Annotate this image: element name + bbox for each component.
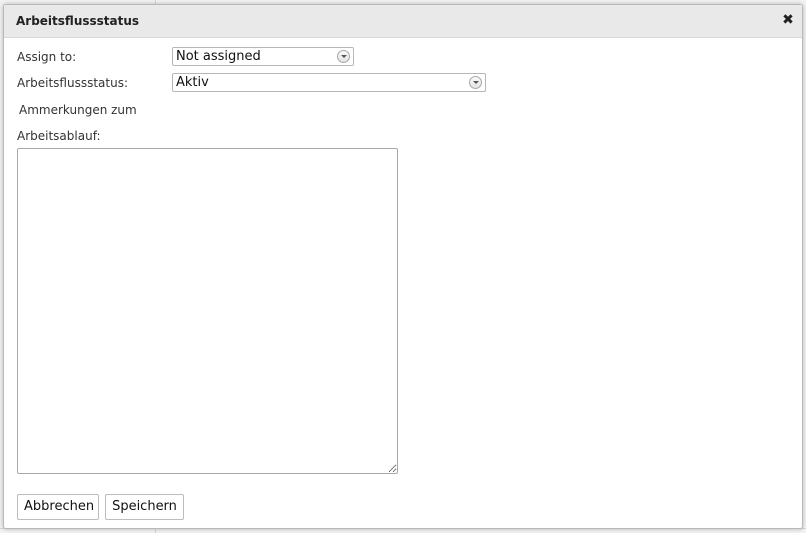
- workflow-status-select[interactable]: Aktiv: [172, 73, 486, 92]
- notes-label-line2: Arbeitsablauf:: [17, 129, 101, 143]
- chevron-down-icon: [337, 50, 350, 63]
- workflow-status-dialog: Arbeitsflussstatus ✖ Assign to: Not assi…: [3, 4, 803, 529]
- assign-to-value: Not assigned: [176, 49, 261, 64]
- assign-to-select[interactable]: Not assigned: [172, 47, 354, 66]
- save-button[interactable]: Speichern: [105, 494, 184, 520]
- dialog-title: Arbeitsflussstatus: [16, 14, 140, 28]
- notes-label-line1: Ammerkungen zum: [19, 103, 137, 117]
- cancel-button[interactable]: Abbrechen: [17, 494, 99, 520]
- dialog-titlebar: Arbeitsflussstatus ✖: [4, 5, 802, 38]
- assign-to-label: Assign to:: [17, 50, 77, 64]
- workflow-status-label: Arbeitsflussstatus:: [17, 76, 129, 90]
- workflow-notes-textarea[interactable]: [17, 148, 398, 474]
- close-icon[interactable]: ✖: [781, 13, 795, 27]
- chevron-down-icon: [469, 76, 482, 89]
- workflow-status-value: Aktiv: [176, 75, 209, 90]
